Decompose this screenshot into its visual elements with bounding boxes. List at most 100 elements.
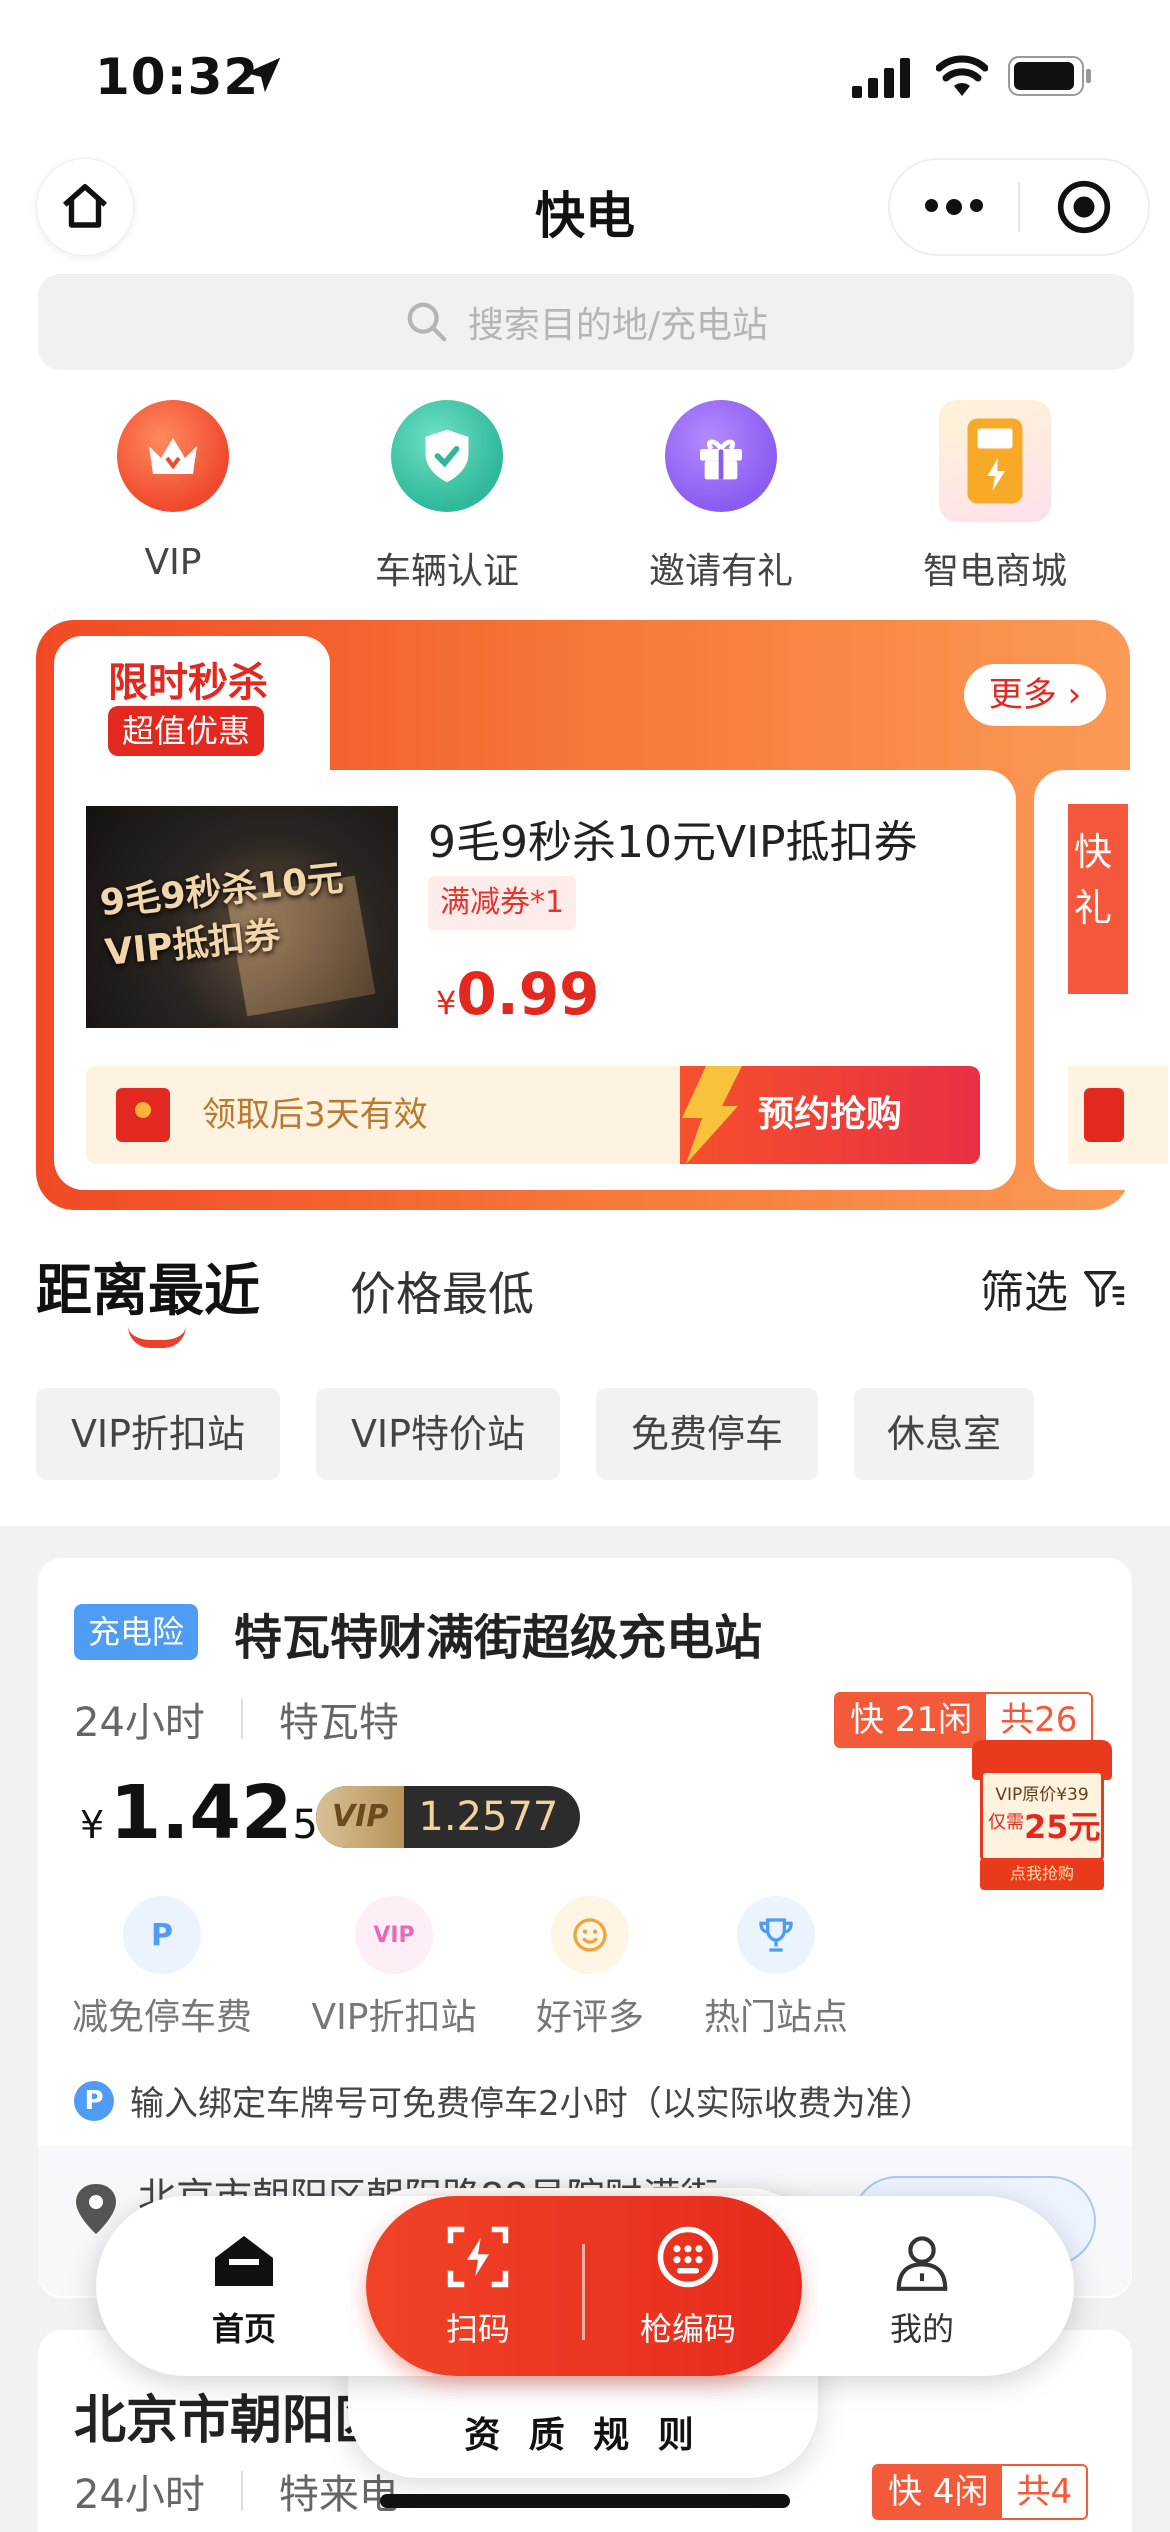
gun-code-button[interactable]: 枪编码 bbox=[608, 2224, 768, 2350]
filter-icon bbox=[1084, 1270, 1125, 1307]
chip-vip-special[interactable]: VIP特价站 bbox=[316, 1388, 560, 1480]
parking-note-text: 输入绑定车牌号可免费停车2小时（以实际收费为准） bbox=[130, 2084, 934, 2124]
tab-home-label: 首页 bbox=[211, 2310, 276, 2348]
tab-mine-label: 我的 bbox=[889, 2310, 954, 2348]
close-mini-program-button[interactable] bbox=[1020, 179, 1148, 235]
station-meta: 24小时 特瓦特 bbox=[74, 1690, 399, 1748]
scan-divider bbox=[582, 2244, 585, 2340]
fast-free-count: 快 4闲 bbox=[874, 2466, 1003, 2518]
station-meta: 24小时 特来电 bbox=[74, 2462, 399, 2520]
quick-link-label: 邀请有礼 bbox=[648, 551, 793, 592]
more-button[interactable] bbox=[890, 199, 1018, 215]
home-indicator bbox=[380, 2494, 790, 2508]
user-icon bbox=[896, 2236, 948, 2291]
scan-button[interactable]: 扫码 bbox=[398, 2224, 558, 2350]
vip-price-badge: VIP 1.2577 bbox=[316, 1786, 581, 1848]
parking-icon: P bbox=[123, 1896, 201, 1974]
search-input[interactable]: 搜索目的地/充电站 bbox=[38, 274, 1134, 370]
parking-note: P 输入绑定车牌号可免费停车2小时（以实际收费为准） bbox=[74, 2076, 934, 2125]
feature-vip: VIP VIP折扣站 bbox=[294, 1896, 494, 2040]
active-tab-indicator bbox=[128, 1326, 186, 1348]
tab-mine[interactable]: 我的 bbox=[862, 2232, 982, 2350]
product-image: 9毛9秒杀10元VIP抵扣券 bbox=[86, 806, 398, 1028]
wifi-icon bbox=[936, 55, 988, 96]
gift-prefix: 仅需 bbox=[988, 1812, 1024, 1833]
quick-link-mall[interactable]: 智电商城 bbox=[900, 400, 1090, 594]
feature-parking: P 减免停车费 bbox=[62, 1896, 262, 2040]
signal-icon bbox=[852, 58, 910, 98]
qualification-rules-link[interactable]: 资 质 规 则 bbox=[348, 2406, 818, 2458]
flash-sale-title: 限时秒杀 bbox=[108, 660, 268, 706]
insurance-badge: 充电险 bbox=[74, 1604, 199, 1660]
operator-name: 特来电 bbox=[278, 2472, 399, 2518]
gun-code-label: 枪编码 bbox=[639, 2310, 736, 2348]
product-price: ¥0.99 bbox=[436, 960, 599, 1028]
gift-button: 点我抢购 bbox=[980, 1858, 1104, 1890]
station-name: 特瓦特财满街超级充电站 bbox=[234, 1610, 763, 1666]
filter-button[interactable]: 筛选 bbox=[980, 1256, 1128, 1320]
location-pin-icon bbox=[76, 2184, 116, 2234]
chevron-right-icon: › bbox=[1056, 675, 1082, 715]
scan-charge-icon bbox=[447, 2226, 509, 2288]
search-placeholder: 搜索目的地/充电站 bbox=[467, 305, 769, 346]
location-arrow-icon bbox=[245, 57, 281, 93]
feature-label: 好评多 bbox=[535, 1997, 644, 2038]
quick-link-invite[interactable]: 邀请有礼 bbox=[626, 400, 816, 594]
vip-icon: VIP bbox=[355, 1896, 433, 1974]
quick-link-label: 车辆认证 bbox=[374, 551, 519, 592]
feature-label: 热门站点 bbox=[703, 1997, 848, 2038]
gift-icon bbox=[665, 400, 777, 512]
vip-gift-ad[interactable]: VIP原价¥39 仅需 25元 点我抢购 bbox=[966, 1740, 1118, 1890]
red-envelope-icon bbox=[116, 1088, 170, 1142]
currency-symbol: ¥ bbox=[436, 984, 457, 1022]
open-hours: 24小时 bbox=[74, 2472, 205, 2518]
availability-badge: 快 4闲 共4 bbox=[872, 2464, 1089, 2520]
sort-nearest-tab[interactable]: 距离最近 bbox=[36, 1246, 260, 1327]
smile-icon bbox=[551, 1896, 629, 1974]
next-promo-image: 快礼 bbox=[1068, 804, 1128, 994]
station-name: 北京市朝阳区 bbox=[74, 2391, 387, 2451]
scan-label: 扫码 bbox=[445, 2310, 510, 2348]
quick-link-vehicle-auth[interactable]: 车辆认证 bbox=[352, 400, 542, 594]
station-price: ¥ 1.4257 bbox=[80, 1770, 343, 1856]
vip-price: 1.2577 bbox=[418, 1794, 559, 1840]
quick-link-label: VIP bbox=[144, 542, 202, 583]
validity-bar: 领取后3天有效 预约抢购 bbox=[86, 1066, 980, 1164]
home-tab-icon bbox=[215, 2236, 273, 2286]
quick-link-vip[interactable]: VIP bbox=[78, 400, 268, 583]
open-hours: 24小时 bbox=[74, 1700, 205, 1746]
product-title: 9毛9秒杀10元VIP抵扣券 bbox=[428, 817, 918, 868]
lightning-icon bbox=[682, 1066, 742, 1164]
search-icon bbox=[407, 302, 447, 342]
charger-icon bbox=[939, 400, 1051, 522]
total-count: 共4 bbox=[1016, 2472, 1073, 2512]
operator-name: 特瓦特 bbox=[278, 1700, 399, 1746]
status-time: 10:32 bbox=[95, 48, 260, 106]
quick-link-label: 智电商城 bbox=[922, 551, 1067, 592]
fast-free-count: 快 21闲 bbox=[836, 1694, 987, 1746]
chip-vip-discount[interactable]: VIP折扣站 bbox=[36, 1388, 280, 1480]
chip-free-parking[interactable]: 免费停车 bbox=[596, 1388, 818, 1480]
crown-icon bbox=[117, 400, 229, 512]
page: 10:32 快电 搜索目的地/充电站 VIP 车辆认证 邀请有礼 智电商城 快礼… bbox=[0, 0, 1170, 2532]
price-main: 1.42 bbox=[109, 1770, 293, 1856]
next-promo-card[interactable]: 快礼 bbox=[1034, 770, 1170, 1190]
sort-cheapest-tab[interactable]: 价格最低 bbox=[350, 1258, 534, 1324]
feature-hot-station: 热门站点 bbox=[676, 1896, 876, 2040]
shield-check-icon bbox=[391, 400, 503, 512]
keypad-icon bbox=[657, 2226, 719, 2288]
chip-lounge[interactable]: 休息室 bbox=[854, 1388, 1034, 1480]
more-button[interactable]: 更多 › bbox=[964, 664, 1106, 726]
tab-home[interactable]: 首页 bbox=[184, 2232, 304, 2350]
mini-program-capsule bbox=[888, 158, 1150, 256]
currency-symbol: ¥ bbox=[80, 1803, 105, 1847]
flash-sale-badge: 超值优惠 bbox=[108, 706, 265, 756]
more-label: 更多 bbox=[988, 675, 1057, 715]
coupon-tag: 满减券*1 bbox=[428, 876, 577, 930]
price-value: 0.99 bbox=[456, 960, 600, 1028]
next-promo-bar bbox=[1068, 1066, 1168, 1164]
trophy-icon bbox=[737, 1896, 815, 1974]
target-close-icon bbox=[1057, 180, 1111, 234]
more-dots-icon bbox=[925, 199, 983, 215]
feature-label: VIP折扣站 bbox=[311, 1997, 477, 2038]
